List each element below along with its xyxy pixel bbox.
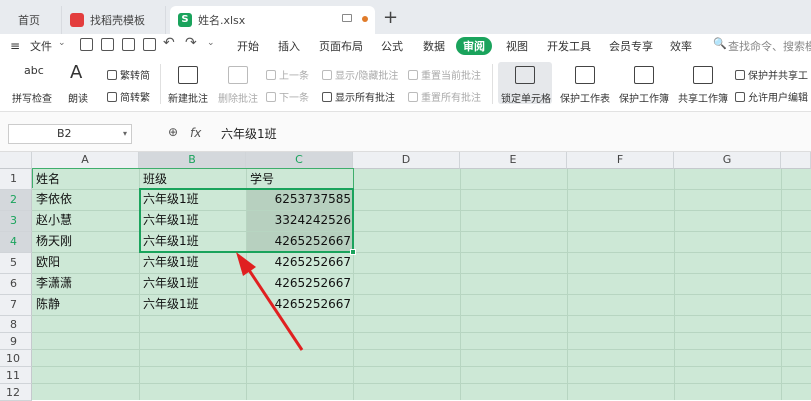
annotation-arrow-head bbox=[236, 252, 256, 276]
annotation-arrow-line bbox=[243, 263, 304, 351]
annotation-arrow-overlay bbox=[236, 252, 304, 351]
